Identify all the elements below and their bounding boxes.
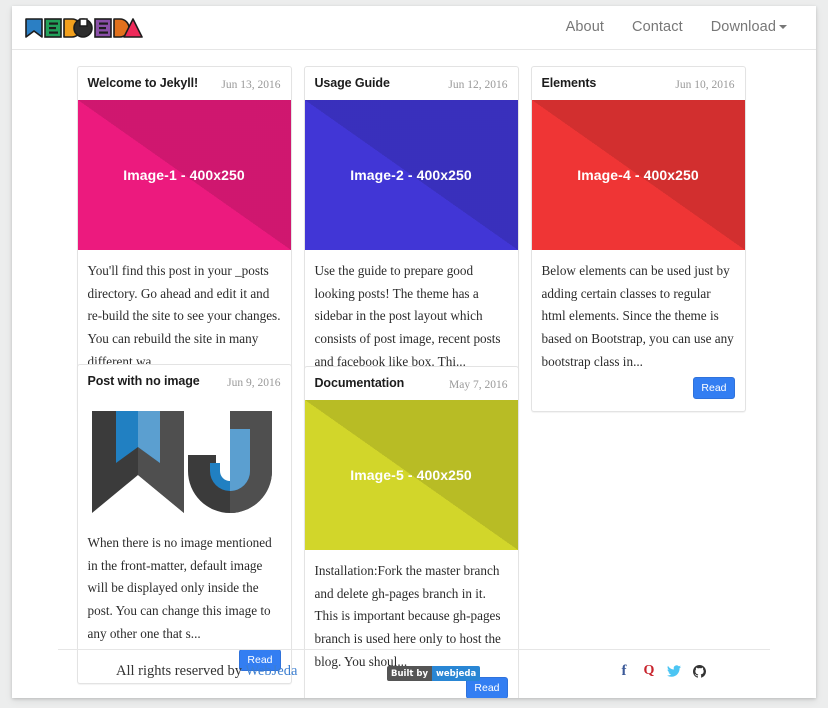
post-card-body: Below elements can be used just by addin…	[532, 250, 745, 411]
post-date: Jun 9, 2016	[227, 377, 281, 389]
thumbnail-label: Image-5 - 400x250	[350, 467, 472, 483]
nav-item-contact-label: Contact	[632, 19, 683, 35]
post-thumbnail[interactable]: Image-5 - 400x250	[304, 400, 518, 550]
post-card[interactable]: Welcome to Jekyll! Jun 13, 2016 Image-1 …	[76, 66, 292, 413]
thumbnail-label: Image-2 - 400x250	[350, 167, 472, 183]
post-title[interactable]: Welcome to Jekyll!	[88, 76, 199, 90]
nav-item-download-label: Download	[710, 19, 776, 35]
chevron-down-icon	[779, 25, 787, 30]
post-date: May 7, 2016	[449, 379, 508, 391]
post-card-header: Elements Jun 10, 2016	[532, 67, 745, 100]
nav-item-contact[interactable]: Contact	[618, 6, 697, 49]
webjeda-logo-icon	[25, 18, 143, 38]
read-button[interactable]: Read	[693, 376, 735, 400]
post-excerpt: When there is no image mentioned in the …	[87, 535, 272, 641]
thumbnail-label: Image-4 - 400x250	[577, 167, 699, 183]
github-icon[interactable]	[692, 663, 706, 679]
post-excerpt: You'll find this post in your _posts dir…	[87, 263, 281, 369]
read-button-wrap: Read	[542, 376, 735, 404]
social-links: f Q	[617, 663, 706, 679]
post-card-header: Documentation May 7, 2016	[305, 367, 518, 400]
post-excerpt: Use the guide to prepare good looking po…	[314, 263, 501, 369]
page-container: About Contact Download Welcome to Jekyll…	[12, 6, 816, 698]
post-title[interactable]: Documentation	[315, 376, 405, 390]
built-by-badge[interactable]: Built by webjeda	[387, 666, 481, 681]
post-card-header: Welcome to Jekyll! Jun 13, 2016	[78, 67, 291, 100]
post-excerpt: Below elements can be used just by addin…	[541, 263, 734, 369]
post-card[interactable]: Elements Jun 10, 2016 Image-4 - 400x250 …	[530, 66, 746, 413]
post-grid-container: Welcome to Jekyll! Jun 13, 2016 Image-1 …	[12, 50, 816, 698]
facebook-icon[interactable]: f	[617, 663, 631, 679]
nav-links: About Contact Download	[552, 6, 801, 49]
post-date: Jun 13, 2016	[221, 79, 281, 91]
post-card-header: Post with no image Jun 9, 2016	[78, 365, 291, 398]
post-title[interactable]: Post with no image	[88, 374, 200, 388]
brand-logo[interactable]	[25, 17, 143, 39]
quora-icon[interactable]: Q	[642, 663, 656, 679]
post-card[interactable]: Usage Guide Jun 12, 2016 Image-2 - 400x2…	[303, 66, 519, 413]
post-card[interactable]: Post with no image Jun 9, 2016 When ther…	[76, 364, 292, 685]
badge-left-label: Built by	[387, 666, 433, 681]
copyright-prefix: All rights reserved by	[116, 663, 246, 679]
post-date: Jun 12, 2016	[448, 79, 508, 91]
nav-item-about-label: About	[565, 19, 605, 35]
nav-item-download[interactable]: Download	[697, 6, 801, 49]
post-thumbnail[interactable]	[77, 398, 291, 522]
navbar: About Contact Download	[12, 6, 816, 50]
footer-inner: All rights reserved by WebJeda Built by …	[58, 650, 770, 697]
post-thumbnail[interactable]: Image-2 - 400x250	[304, 100, 518, 250]
twitter-icon[interactable]	[667, 663, 681, 679]
post-title[interactable]: Elements	[542, 76, 597, 90]
copyright-text: All rights reserved by WebJeda	[116, 663, 297, 680]
footer: All rights reserved by WebJeda Built by …	[58, 649, 770, 698]
webjeda-link[interactable]: WebJeda	[245, 663, 297, 679]
post-card-header: Usage Guide Jun 12, 2016	[305, 67, 518, 100]
badge-right-label: webjeda	[432, 666, 481, 681]
post-date: Jun 10, 2016	[675, 79, 735, 91]
post-thumbnail[interactable]: Image-4 - 400x250	[531, 100, 745, 250]
post-title[interactable]: Usage Guide	[315, 76, 390, 90]
jekyll-logo-icon	[92, 411, 272, 513]
post-thumbnail[interactable]: Image-1 - 400x250	[77, 100, 291, 250]
nav-item-about[interactable]: About	[552, 6, 618, 49]
thumbnail-label: Image-1 - 400x250	[123, 167, 245, 183]
